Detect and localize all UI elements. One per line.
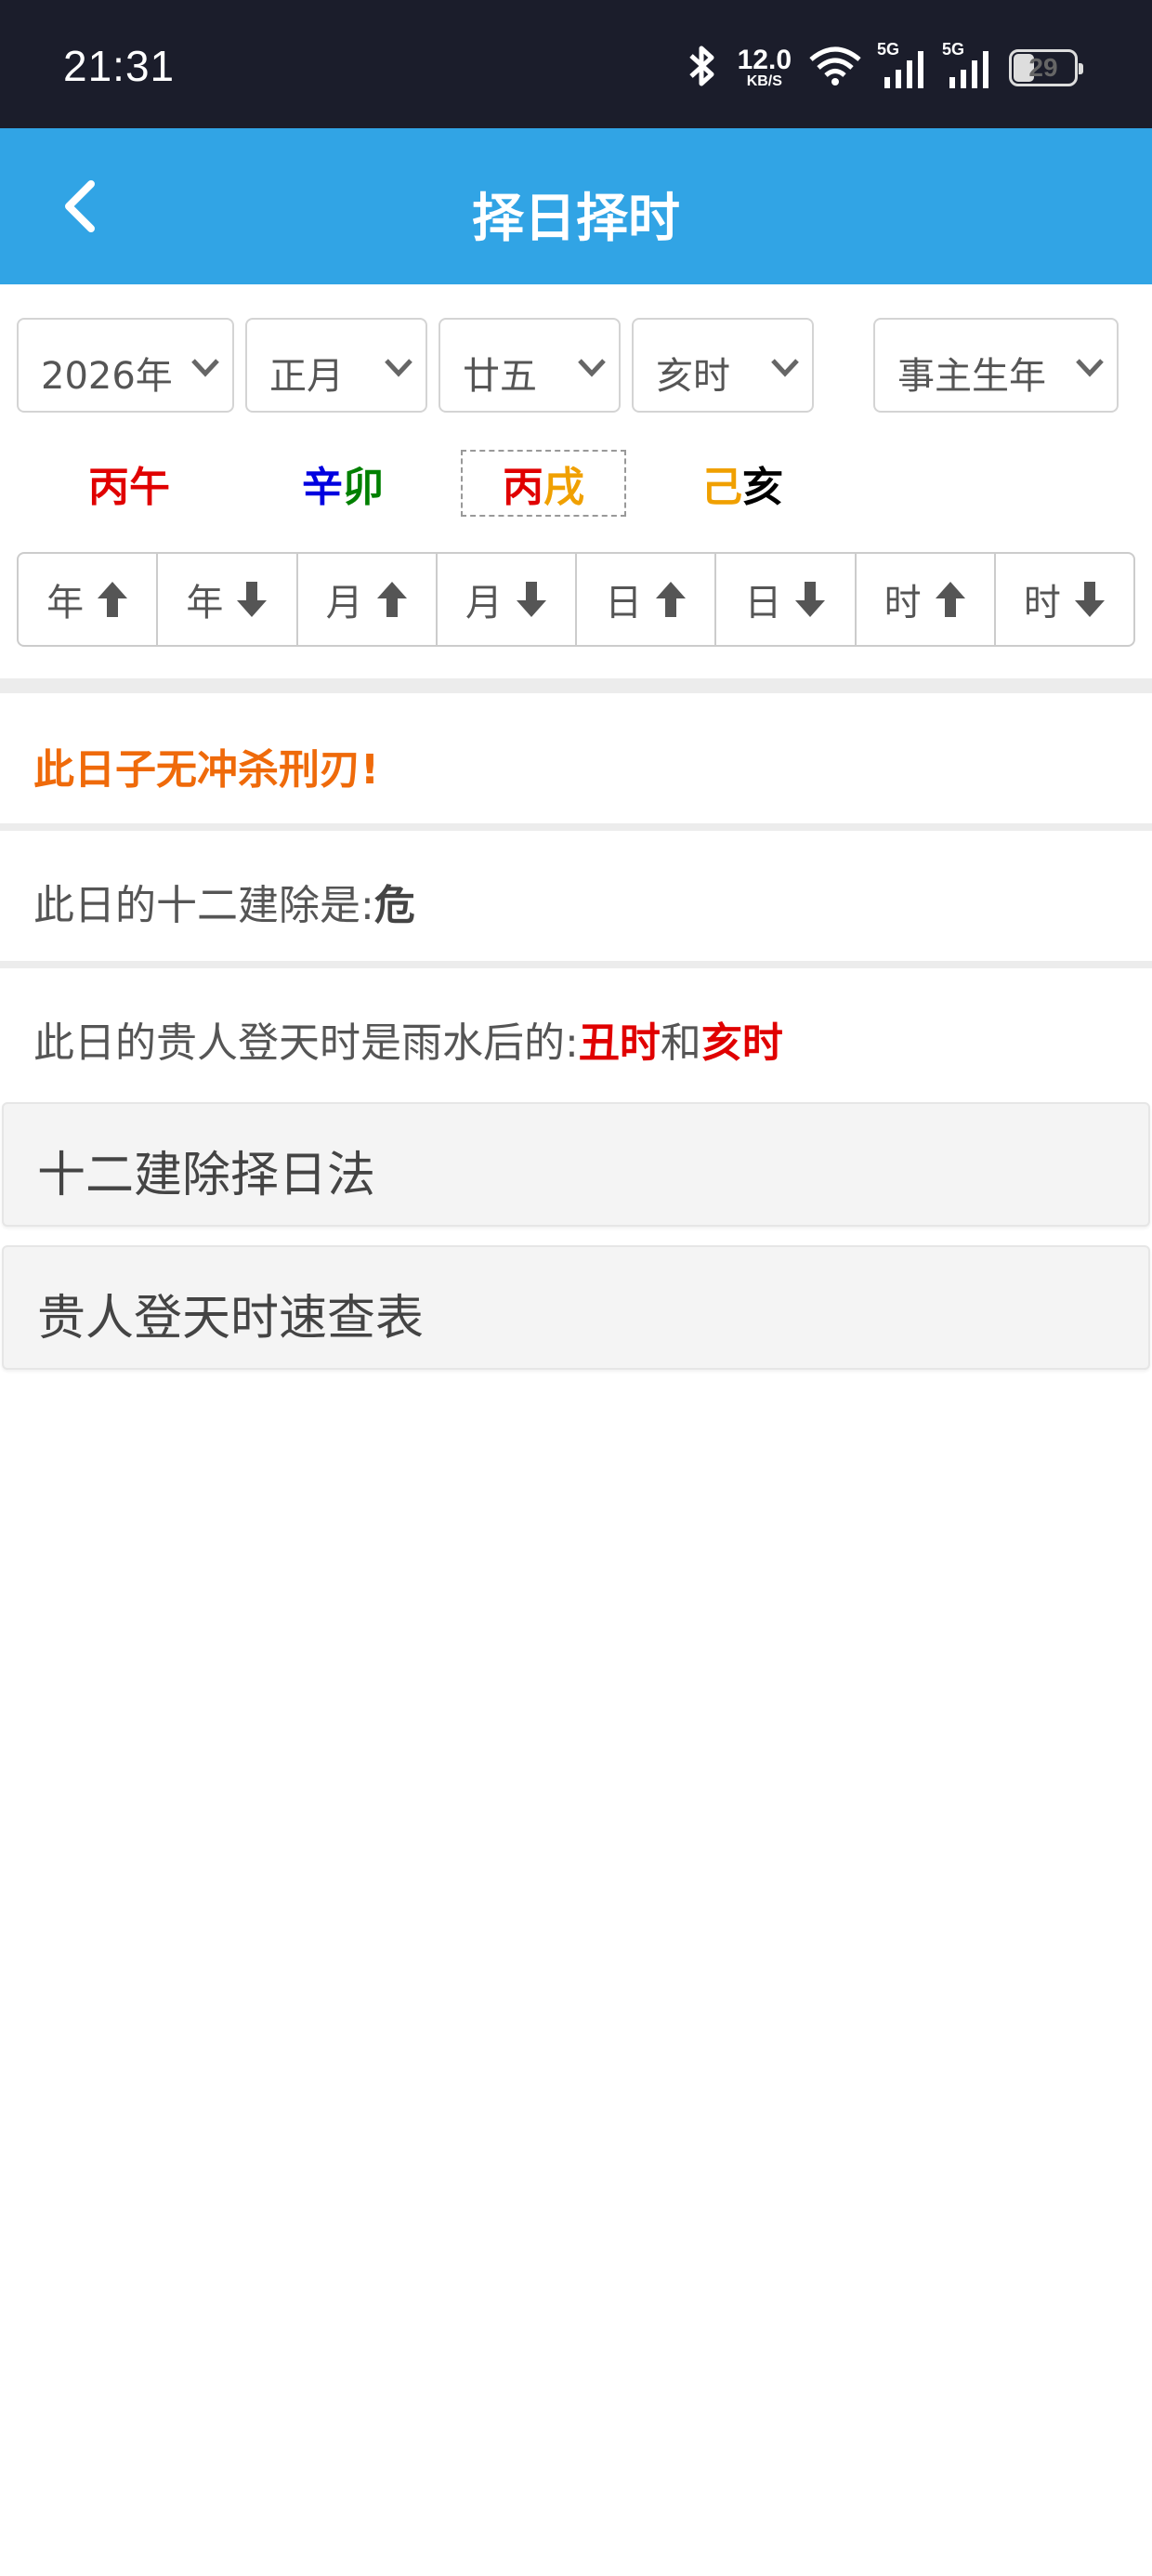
guiren-row: 此日的贵人登天时是雨水后的:丑时和亥时 xyxy=(33,1009,783,1069)
pillar-branch: 卯 xyxy=(343,464,384,511)
panel-title: 贵人登天时速查表 xyxy=(37,1291,425,1347)
wifi-icon xyxy=(808,45,862,91)
year-down-button[interactable]: 年 xyxy=(158,554,298,645)
month-select[interactable]: 正月 xyxy=(245,318,427,413)
pillar-stem: 己 xyxy=(701,464,742,511)
pillar-stem: 丙 xyxy=(88,464,129,511)
row-divider xyxy=(0,823,1152,831)
day-pillar[interactable]: 丙戌 xyxy=(461,450,626,517)
chevron-down-icon xyxy=(385,359,412,377)
chevron-down-icon xyxy=(1076,359,1104,377)
jianchu-label: 此日的十二建除是: xyxy=(33,882,374,929)
arrow-up-icon xyxy=(376,582,407,617)
day-down-button[interactable]: 日 xyxy=(716,554,857,645)
guiren-time-2: 亥时 xyxy=(700,1019,783,1067)
section-divider xyxy=(0,678,1152,693)
arrow-up-icon xyxy=(656,582,687,617)
arrow-up-icon xyxy=(935,582,965,617)
arrow-down-icon xyxy=(1074,582,1105,617)
battery-icon: 29 xyxy=(1009,49,1083,86)
pillar-branch: 亥 xyxy=(742,464,783,511)
app-header: 择日择时 xyxy=(0,128,1152,284)
pillar-stem: 丙 xyxy=(503,464,543,511)
month-select-value: 正月 xyxy=(269,355,344,398)
row-divider xyxy=(0,961,1152,968)
sort-label: 时 xyxy=(1023,582,1061,624)
year-pillar[interactable]: 丙午 xyxy=(48,450,210,517)
pillar-stem: 辛 xyxy=(302,464,343,511)
chevron-down-icon xyxy=(771,359,799,377)
day-select[interactable]: 廿五 xyxy=(439,318,621,413)
hour-select-value: 亥时 xyxy=(656,355,730,398)
panel-title: 十二建除择日法 xyxy=(37,1148,376,1203)
day-select-value: 廿五 xyxy=(463,355,537,398)
arrow-up-icon xyxy=(98,582,128,617)
guiren-table-panel[interactable]: 贵人登天时速查表 xyxy=(2,1245,1150,1370)
hour-down-button[interactable]: 时 xyxy=(996,554,1133,645)
month-down-button[interactable]: 月 xyxy=(438,554,577,645)
pillar-branch: 午 xyxy=(129,464,170,511)
chevron-down-icon xyxy=(191,359,219,377)
hour-up-button[interactable]: 时 xyxy=(857,554,996,645)
sort-label: 月 xyxy=(325,582,363,624)
sort-label: 年 xyxy=(46,582,85,624)
status-time: 21:31 xyxy=(63,42,176,90)
status-icons: 12.0 KB/S 5G 5G 29 xyxy=(684,35,1083,100)
guiren-time-1: 丑时 xyxy=(578,1019,661,1067)
guiren-and: 和 xyxy=(660,1019,701,1067)
hour-pillar[interactable]: 己亥 xyxy=(661,450,823,517)
arrow-down-icon xyxy=(516,582,546,617)
sort-bar: 年 年 月 月 日 日 时 时 xyxy=(17,552,1135,647)
day-up-button[interactable]: 日 xyxy=(577,554,717,645)
owner-birth-year-select[interactable]: 事主生年 xyxy=(873,318,1119,413)
chevron-down-icon xyxy=(578,359,606,377)
page-title: 择日择时 xyxy=(472,189,680,249)
sort-label: 时 xyxy=(884,582,922,624)
pillar-branch: 戌 xyxy=(543,464,584,511)
guiren-label: 此日的贵人登天时是雨水后的: xyxy=(33,1019,579,1067)
year-select[interactable]: 2026年 xyxy=(17,318,234,413)
year-up-button[interactable]: 年 xyxy=(19,554,159,645)
sort-label: 日 xyxy=(744,582,782,624)
sort-label: 年 xyxy=(186,582,224,624)
signal-icon: 5G xyxy=(942,40,992,90)
year-select-value: 2026年 xyxy=(41,355,173,398)
jianchu-method-panel[interactable]: 十二建除择日法 xyxy=(2,1102,1150,1227)
arrow-down-icon xyxy=(795,582,826,617)
jianchu-row: 此日的十二建除是:危 xyxy=(33,872,415,931)
jianchu-value: 危 xyxy=(373,882,415,929)
owner-select-value: 事主生年 xyxy=(897,355,1046,398)
arrow-down-icon xyxy=(237,582,268,617)
no-clash-notice: 此日子无冲杀刑刃! xyxy=(33,746,380,794)
month-up-button[interactable]: 月 xyxy=(298,554,438,645)
status-bar: 21:31 12.0 KB/S 5G 5G 29 xyxy=(0,0,1152,128)
signal-icon: 5G xyxy=(877,40,927,90)
hour-select[interactable]: 亥时 xyxy=(632,318,814,413)
network-speed: 12.0 KB/S xyxy=(737,45,792,89)
sort-label: 月 xyxy=(465,582,503,624)
bluetooth-icon xyxy=(684,43,721,93)
month-pillar[interactable]: 辛卯 xyxy=(262,450,424,517)
sort-label: 日 xyxy=(605,582,643,624)
